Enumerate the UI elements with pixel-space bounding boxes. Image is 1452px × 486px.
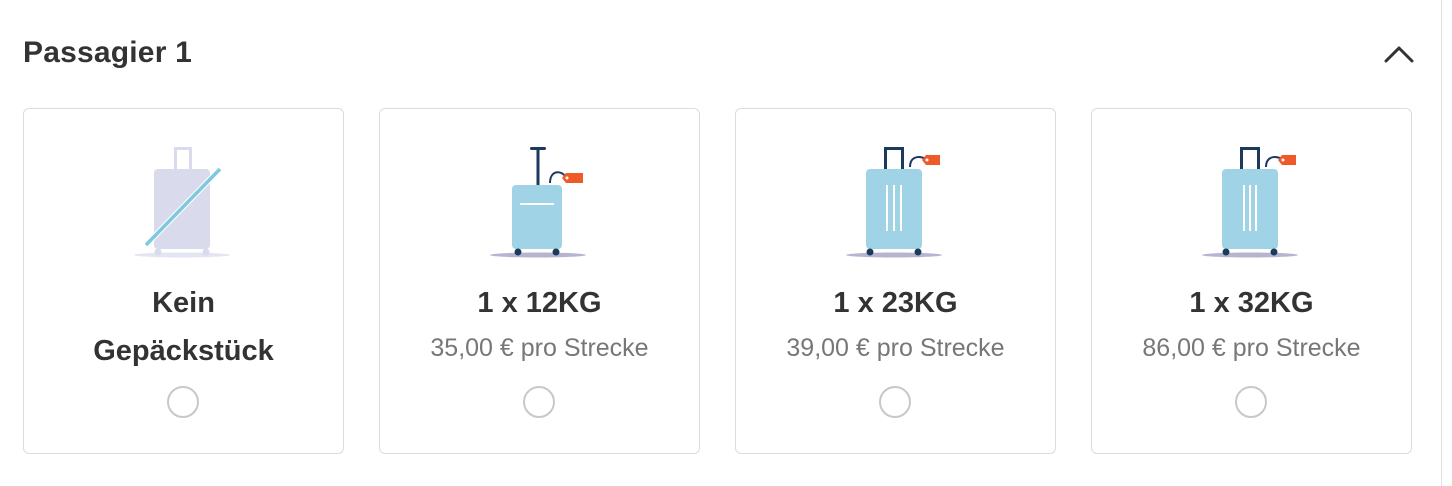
collapse-button[interactable] — [1379, 34, 1419, 74]
baggage-option-23kg[interactable]: 1 x 23KG 39,00 € pro Strecke — [735, 108, 1056, 454]
baggage-option-radio[interactable] — [1235, 386, 1267, 418]
baggage-option-price: 86,00 € pro Strecke — [1142, 334, 1361, 362]
baggage-option-radio[interactable] — [167, 386, 199, 418]
scroll-area-border — [1441, 0, 1452, 486]
baggage-option-12kg[interactable]: 1 x 12KG 35,00 € pro Strecke — [379, 108, 700, 454]
baggage-option-title: 1 x 32KG — [1189, 287, 1314, 319]
passenger-title: Passagier 1 — [23, 36, 192, 69]
baggage-option-title-line2: Gepäckstück — [93, 335, 274, 367]
large-suitcase-icon — [1202, 147, 1298, 258]
medium-suitcase-icon — [846, 147, 942, 258]
baggage-option-none[interactable]: Kein Gepäckstück — [23, 108, 344, 454]
baggage-option-32kg[interactable]: 1 x 32KG 86,00 € pro Strecke — [1091, 108, 1412, 454]
chevron-up-icon — [1384, 46, 1414, 63]
passenger-header: Passagier 1 — [23, 28, 1423, 78]
baggage-option-title: 1 x 12KG — [477, 287, 602, 319]
baggage-options: Kein Gepäckstück 1 x 12KG 35,00 € pro St… — [23, 108, 1415, 456]
baggage-option-price: 39,00 € pro Strecke — [786, 334, 1005, 362]
baggage-option-title-line1: Kein — [152, 287, 215, 319]
baggage-option-price: 35,00 € pro Strecke — [430, 334, 649, 362]
baggage-option-radio[interactable] — [879, 386, 911, 418]
baggage-option-title: 1 x 23KG — [833, 287, 958, 319]
small-suitcase-icon — [490, 147, 586, 258]
baggage-option-radio[interactable] — [523, 386, 555, 418]
no-baggage-icon — [134, 147, 230, 258]
